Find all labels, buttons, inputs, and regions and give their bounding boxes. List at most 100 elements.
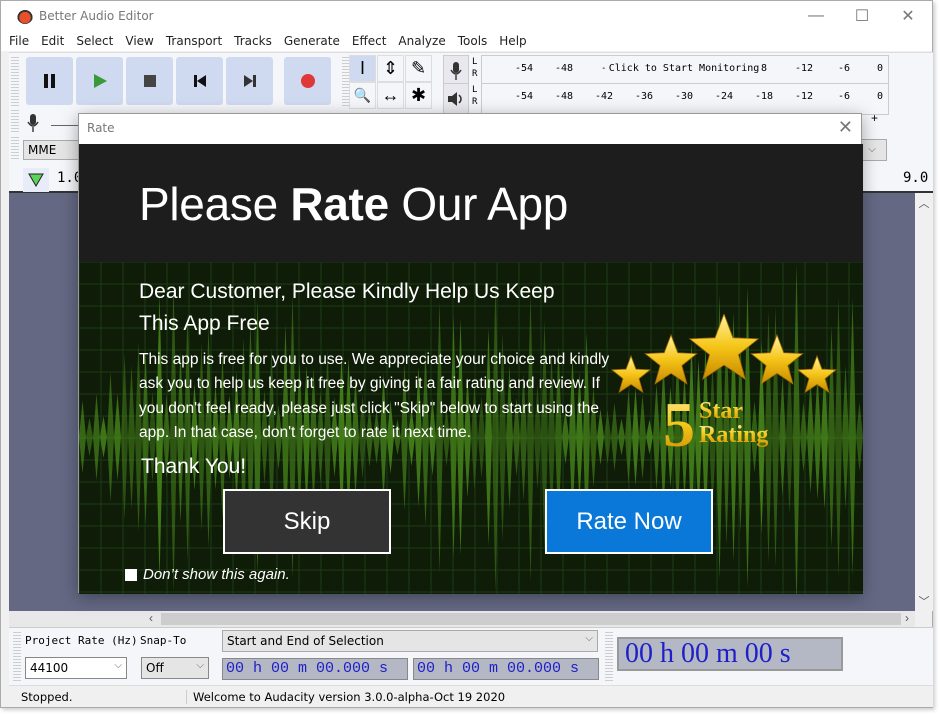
toolbar-grip[interactable] bbox=[13, 632, 21, 682]
meter-tick: -18 bbox=[754, 91, 774, 102]
input-volume-mic-icon bbox=[27, 114, 39, 132]
waveform-spike bbox=[114, 393, 121, 481]
multi-tool[interactable]: ✱ bbox=[405, 82, 432, 109]
meter-tick: 8 bbox=[760, 63, 768, 74]
toolbar-grip[interactable] bbox=[11, 57, 19, 107]
scroll-down-icon[interactable]: ﹀ bbox=[915, 593, 933, 609]
menu-tracks[interactable]: Tracks bbox=[234, 34, 272, 48]
draw-tool[interactable]: ✎ bbox=[405, 55, 432, 82]
menu-bar: File Edit Select View Transport Tracks G… bbox=[1, 31, 932, 51]
toolbar-grip[interactable] bbox=[605, 632, 613, 682]
waveform-spike bbox=[856, 402, 863, 472]
selection-tool[interactable]: I bbox=[349, 55, 376, 82]
maximize-button[interactable]: ☐ bbox=[839, 1, 885, 31]
project-rate-select[interactable]: 44100 ⌵ bbox=[25, 657, 127, 679]
menu-view[interactable]: View bbox=[125, 34, 153, 48]
snap-to-select[interactable]: Off ⌵ bbox=[141, 657, 209, 679]
chevron-down-icon: ⌵ bbox=[114, 660, 122, 671]
scroll-left-icon[interactable]: ‹ bbox=[149, 611, 153, 625]
horizontal-scrollbar[interactable]: ‹ › bbox=[9, 611, 915, 627]
meter-tick: -48 bbox=[554, 63, 574, 74]
badge-star-text: Star bbox=[699, 398, 743, 424]
selection-end-time[interactable]: 00 h 00 m 00.000 s bbox=[413, 658, 599, 680]
skip-end-icon bbox=[243, 75, 256, 87]
chevron-down-icon: ⌵ bbox=[196, 660, 204, 671]
ruler-label-end: 9.0 bbox=[903, 170, 929, 186]
scroll-right-icon[interactable]: › bbox=[905, 611, 909, 625]
menu-generate[interactable]: Generate bbox=[284, 34, 340, 48]
selection-mode-value: Start and End of Selection bbox=[227, 634, 384, 648]
meter-tick: -6 bbox=[837, 91, 851, 102]
gold-star-icon bbox=[688, 314, 760, 381]
selection-mode-select[interactable]: Start and End of Selection ⌵ bbox=[222, 630, 598, 652]
playback-meter[interactable]: LR -54 -48 -42 -36 -30 -24 -18 -12 -6 0 bbox=[472, 83, 889, 115]
waveform-spike bbox=[79, 400, 86, 474]
checkbox-box[interactable] bbox=[125, 568, 137, 581]
skip-to-end-button[interactable] bbox=[226, 57, 273, 105]
scroll-thumb[interactable] bbox=[161, 613, 901, 625]
playback-meter-button[interactable] bbox=[443, 83, 469, 115]
rate-dialog: Rate ✕ Please Rate Our App Dear Customer… bbox=[78, 113, 863, 594]
menu-effect[interactable]: Effect bbox=[352, 34, 387, 48]
vertical-scrollbar[interactable]: ︿ ﹀ bbox=[915, 193, 933, 611]
speaker-icon bbox=[448, 92, 462, 106]
selection-start-time[interactable]: 00 h 00 m 00.000 s bbox=[222, 658, 408, 680]
gold-star-icon bbox=[796, 354, 838, 394]
dialog-close-button[interactable]: ✕ bbox=[838, 117, 853, 138]
stop-icon bbox=[143, 75, 156, 87]
rate-now-button[interactable]: Rate Now bbox=[545, 489, 713, 554]
menu-tools[interactable]: Tools bbox=[458, 34, 488, 48]
menu-file[interactable]: File bbox=[9, 34, 29, 48]
meter-tick: -6 bbox=[837, 63, 851, 74]
envelope-tool[interactable]: ⇕ bbox=[377, 55, 404, 82]
skip-start-icon bbox=[193, 75, 206, 87]
record-button[interactable] bbox=[284, 57, 331, 105]
triangle-down-icon bbox=[28, 173, 44, 187]
input-volume-slider[interactable] bbox=[51, 125, 79, 126]
meter-tick: -54 bbox=[514, 91, 534, 102]
menu-edit[interactable]: Edit bbox=[41, 34, 64, 48]
project-rate-value: 44100 bbox=[30, 661, 69, 675]
record-icon bbox=[300, 74, 315, 88]
play-icon bbox=[93, 74, 107, 88]
meter-tick: -54 bbox=[514, 63, 534, 74]
menu-select[interactable]: Select bbox=[76, 34, 113, 48]
pause-button[interactable] bbox=[26, 57, 73, 105]
waveform-spike bbox=[107, 371, 114, 503]
toolbar-grip[interactable] bbox=[11, 137, 19, 159]
timeline-options-button[interactable] bbox=[23, 168, 49, 192]
minimize-button[interactable]: — bbox=[793, 1, 839, 31]
time-shift-tool[interactable]: ↔ bbox=[377, 82, 404, 109]
close-window-button[interactable]: ✕ bbox=[885, 1, 931, 31]
skip-button[interactable]: Skip bbox=[223, 489, 391, 554]
monitoring-hint[interactable]: Click to Start Monitoring bbox=[604, 63, 764, 74]
snap-to-value: Off bbox=[146, 661, 164, 675]
audio-host-select[interactable]: MME bbox=[23, 140, 83, 160]
dialog-body: Please Rate Our App Dear Customer, Pleas… bbox=[79, 144, 863, 594]
meter-tick: -12 bbox=[794, 63, 814, 74]
chevron-down-icon: ⌵ bbox=[585, 633, 593, 644]
window-title: Better Audio Editor bbox=[39, 9, 154, 23]
play-button[interactable] bbox=[76, 57, 123, 105]
menu-analyze[interactable]: Analyze bbox=[398, 34, 445, 48]
menu-transport[interactable]: Transport bbox=[166, 34, 222, 48]
audio-position-time[interactable]: 00 h 00 m 00 s bbox=[617, 637, 843, 671]
dialog-title: Rate bbox=[87, 121, 115, 135]
meter-tick: 0 bbox=[876, 63, 884, 74]
waveform-spike bbox=[93, 393, 100, 481]
scroll-up-icon[interactable]: ︿ bbox=[915, 195, 933, 211]
skip-to-start-button[interactable] bbox=[176, 57, 223, 105]
status-message: Welcome to Audacity version 3.0.0-alpha-… bbox=[193, 689, 506, 704]
dont-show-again-checkbox[interactable]: Don’t show this again. bbox=[125, 566, 290, 583]
right-channel-label: R bbox=[472, 69, 478, 79]
zoom-tool[interactable]: 🔍 bbox=[349, 82, 376, 109]
gold-star-icon bbox=[610, 354, 652, 394]
title-bar: Better Audio Editor — ☐ ✕ bbox=[1, 1, 932, 31]
badge-rating-text: Rating bbox=[699, 422, 768, 448]
badge-number: 5 bbox=[663, 389, 695, 460]
status-state: Stopped. bbox=[9, 689, 187, 704]
stop-button[interactable] bbox=[126, 57, 173, 105]
dialog-headline: Please Rate Our App bbox=[139, 178, 569, 230]
menu-help[interactable]: Help bbox=[499, 34, 526, 48]
toolbar-grip[interactable] bbox=[11, 110, 19, 132]
